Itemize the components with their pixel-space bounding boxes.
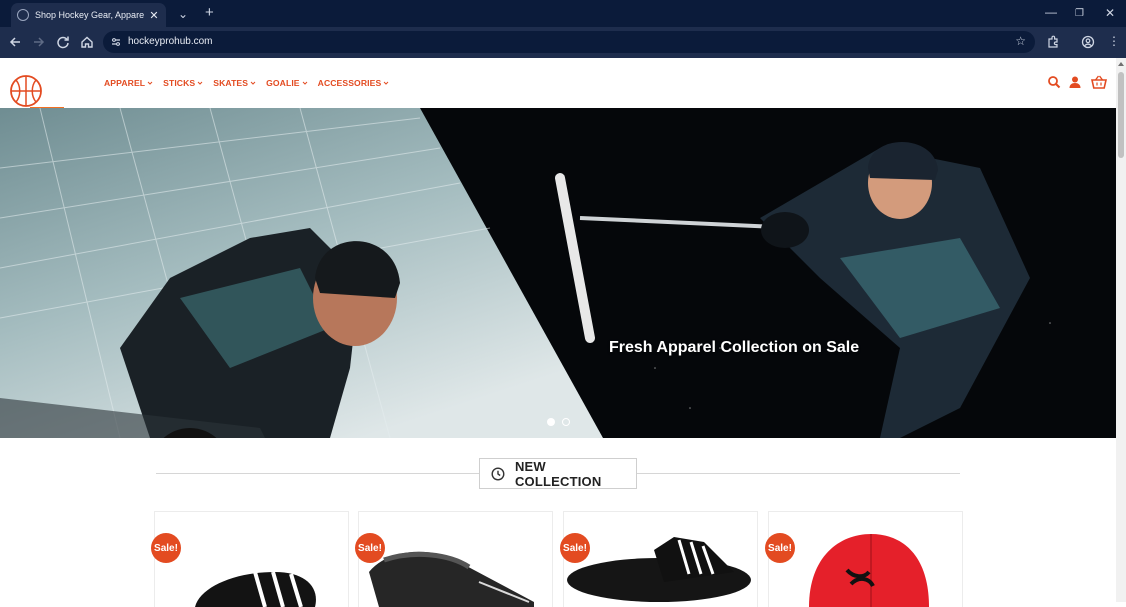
- sale-badge: Sale!: [355, 533, 385, 563]
- minimize-window-icon[interactable]: —: [1045, 6, 1057, 18]
- site-logo-icon[interactable]: [9, 74, 43, 108]
- home-icon[interactable]: [80, 35, 94, 49]
- product-image: [809, 534, 929, 607]
- new-tab-icon[interactable]: +: [205, 5, 214, 20]
- menu-item-sticks[interactable]: STICKS: [163, 78, 203, 88]
- menu-item-skates[interactable]: SKATES: [213, 78, 256, 88]
- close-tab-icon[interactable]: ✕: [148, 9, 160, 22]
- basket-icon[interactable]: [1091, 75, 1107, 89]
- site-header: APPAREL STICKS SKATES GOALIE ACCESSORIES: [0, 58, 1116, 108]
- product-card[interactable]: [564, 512, 757, 607]
- section-title-box: NEW COLLECTION: [479, 458, 637, 489]
- tab-list-chevron-icon[interactable]: ⌄: [178, 8, 188, 20]
- section-divider-right: [637, 473, 960, 474]
- menu-item-label: GOALIE: [266, 78, 300, 88]
- account-icon[interactable]: [1068, 75, 1082, 89]
- browser-menu-icon[interactable]: ⋮: [1108, 35, 1120, 47]
- extensions-icon[interactable]: [1046, 35, 1060, 49]
- slider-dot-2[interactable]: [562, 418, 570, 426]
- product-card[interactable]: [359, 512, 552, 607]
- profile-icon[interactable]: [1081, 35, 1095, 49]
- url-text: hockeyprohub.com: [128, 36, 213, 47]
- sale-badge: Sale!: [765, 533, 795, 563]
- site-favicon-icon: [17, 9, 29, 21]
- scroll-up-icon[interactable]: [1118, 62, 1124, 66]
- hero-slider[interactable]: Fresh Apparel Collection on Sale: [0, 108, 1116, 438]
- product-card[interactable]: [155, 512, 348, 607]
- section-title: NEW COLLECTION: [514, 458, 602, 489]
- product-image: [567, 537, 751, 602]
- reload-icon[interactable]: [56, 35, 70, 49]
- product-card[interactable]: [769, 512, 962, 607]
- menu-item-accessories[interactable]: ACCESSORIES: [318, 78, 390, 88]
- product-image: [195, 571, 316, 607]
- clock-icon: [491, 467, 505, 480]
- product-image: [369, 551, 534, 607]
- menu-item-label: APPAREL: [104, 78, 146, 88]
- menu-item-label: SKATES: [213, 78, 249, 88]
- browser-tab[interactable]: Shop Hockey Gear, Apparel & S ✕: [11, 3, 166, 27]
- back-arrow-icon[interactable]: [8, 35, 22, 49]
- page-scrollbar[interactable]: [1116, 58, 1126, 602]
- hero-banner-image: [0, 108, 1116, 438]
- menu-item-goalie[interactable]: GOALIE: [266, 78, 308, 88]
- chevron-down-icon: [250, 81, 256, 85]
- scrollbar-thumb[interactable]: [1118, 72, 1124, 158]
- browser-toolbar: hockeyprohub.com ☆ ⋮: [0, 27, 1126, 58]
- menu-item-label: ACCESSORIES: [317, 78, 382, 88]
- browser-tab-strip: Shop Hockey Gear, Apparel & S ✕ ⌄ + — ❐ …: [0, 0, 1126, 27]
- chevron-down-icon: [302, 81, 307, 85]
- address-bar[interactable]: hockeyprohub.com ☆: [103, 31, 1035, 53]
- forward-arrow-icon[interactable]: [32, 35, 46, 49]
- sale-badge: Sale!: [560, 533, 590, 563]
- sale-badge: Sale!: [151, 533, 181, 563]
- section-divider-left: [156, 473, 479, 474]
- chevron-down-icon: [383, 81, 389, 85]
- menu-item-label: STICKS: [163, 78, 196, 88]
- slider-dot-1[interactable]: [547, 418, 555, 426]
- restore-window-icon[interactable]: ❐: [1075, 8, 1084, 20]
- chevron-down-icon: [197, 81, 203, 85]
- menu-item-apparel[interactable]: APPAREL: [104, 78, 153, 88]
- site-info-icon[interactable]: [111, 37, 121, 47]
- search-icon[interactable]: [1047, 75, 1061, 89]
- bookmark-star-icon[interactable]: ☆: [1015, 34, 1026, 48]
- chevron-down-icon: [147, 81, 153, 85]
- hero-caption: Fresh Apparel Collection on Sale: [609, 339, 860, 356]
- close-window-icon[interactable]: ✕: [1105, 7, 1115, 19]
- main-menu: APPAREL STICKS SKATES GOALIE ACCESSORIES: [104, 78, 399, 88]
- browser-tab-title: Shop Hockey Gear, Apparel & S: [35, 10, 144, 20]
